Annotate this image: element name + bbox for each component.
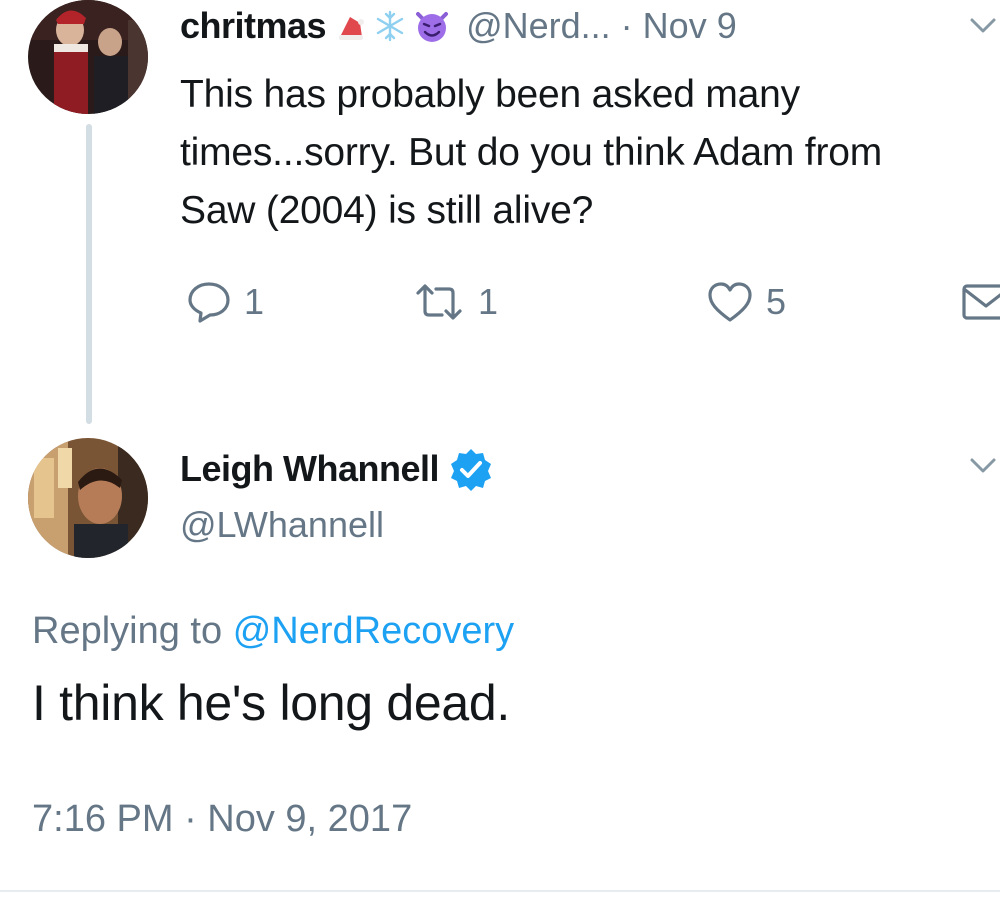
parent-avatar[interactable] bbox=[28, 0, 148, 114]
like-count: 5 bbox=[766, 281, 787, 322]
parent-handle[interactable]: @Nerd... bbox=[466, 5, 611, 47]
heart-icon bbox=[706, 280, 754, 324]
replying-to-mention-link[interactable]: @NerdRecovery bbox=[233, 610, 514, 652]
divider bbox=[0, 890, 1000, 892]
reply-avatar[interactable] bbox=[28, 438, 148, 558]
reply-icon bbox=[186, 279, 232, 325]
header-separator: · bbox=[620, 5, 633, 46]
parent-avatar-image bbox=[28, 0, 148, 114]
parent-tweet-text: This has probably been asked many times.… bbox=[180, 73, 883, 232]
parent-more-options-chevron-down-icon[interactable] bbox=[966, 8, 1000, 42]
parent-date[interactable]: Nov 9 bbox=[643, 5, 737, 47]
replying-to-label: Replying to bbox=[32, 610, 223, 652]
tweet-thread: chritmas @Nerd... · Nov 9 This has proba… bbox=[0, 0, 1000, 904]
like-button[interactable]: 5 bbox=[706, 274, 786, 330]
retweet-count: 1 bbox=[478, 281, 499, 322]
replying-to-line: Replying to @NerdRecovery bbox=[32, 610, 514, 653]
reply-button[interactable]: 1 bbox=[186, 274, 264, 330]
retweet-icon bbox=[412, 279, 466, 325]
verified-badge-icon bbox=[449, 447, 493, 491]
reply-count: 1 bbox=[244, 281, 265, 322]
reply-name-row: Leigh Whannell bbox=[180, 444, 493, 494]
parent-action-bar: 1 1 5 bbox=[180, 274, 1000, 330]
reply-more-options-chevron-down-icon[interactable] bbox=[966, 448, 1000, 482]
retweet-button[interactable]: 1 bbox=[412, 274, 498, 330]
parent-header: chritmas @Nerd... · Nov 9 bbox=[180, 0, 737, 52]
parent-display-name[interactable]: chritmas bbox=[180, 5, 327, 47]
reply-tweet-text: I think he's long dead. bbox=[32, 675, 510, 731]
smiling-devil-emoji-icon bbox=[414, 8, 450, 44]
santa-hat-emoji-icon bbox=[336, 11, 366, 41]
snowflake-emoji-icon bbox=[374, 10, 406, 42]
reply-avatar-image bbox=[28, 438, 148, 558]
reply-display-name[interactable]: Leigh Whannell bbox=[180, 448, 440, 490]
reply-handle[interactable]: @LWhannell bbox=[180, 504, 384, 546]
reply-timestamp[interactable]: 7:16 PM · Nov 9, 2017 bbox=[32, 798, 412, 841]
name-emojis bbox=[336, 8, 450, 44]
envelope-icon bbox=[960, 280, 1000, 324]
thread-line bbox=[86, 124, 92, 424]
direct-message-button[interactable] bbox=[960, 274, 1000, 330]
